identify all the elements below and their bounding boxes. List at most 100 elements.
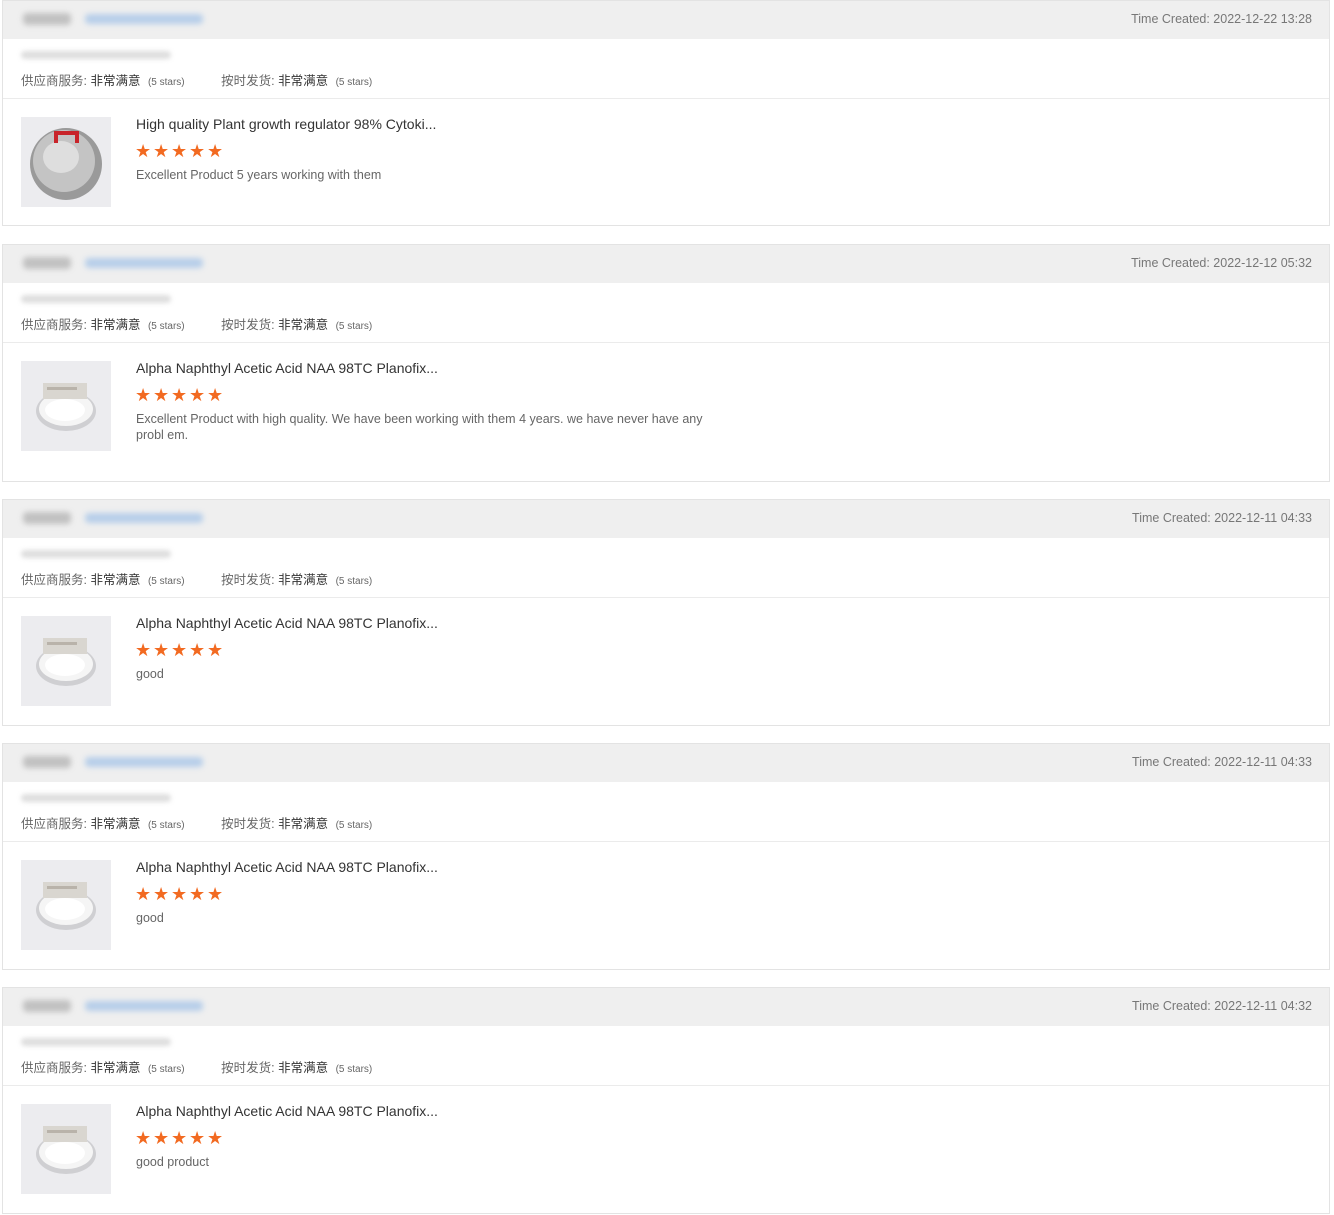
star-icon: ★ bbox=[135, 640, 152, 660]
review-card: Time Created: 2022-12-12 05:32 供应商服务: 非常… bbox=[2, 244, 1330, 482]
star-icon: ★ bbox=[207, 640, 224, 660]
review-card: Time Created: 2022-12-22 13:28 供应商服务: 非常… bbox=[2, 0, 1330, 226]
review-text: Excellent Product 5 years working with t… bbox=[136, 168, 382, 182]
review-card-header: Time Created: 2022-12-22 13:28 bbox=[3, 1, 1329, 39]
review-card: Time Created: 2022-12-11 04:32 供应商服务: 非常… bbox=[2, 987, 1330, 1214]
review-card-header: Time Created: 2022-12-11 04:33 bbox=[3, 500, 1329, 538]
star-rating: ★ ★ ★ ★ ★ bbox=[135, 884, 225, 904]
order-link-redacted[interactable] bbox=[85, 258, 203, 268]
petri-dish-thumbnail[interactable] bbox=[21, 1104, 111, 1194]
time-created: Time Created: 2022-12-11 04:32 bbox=[1132, 999, 1312, 1013]
order-link-redacted[interactable] bbox=[85, 1001, 203, 1011]
supplier-service-label: 供应商服务: bbox=[21, 573, 87, 587]
time-created: Time Created: 2022-12-11 04:33 bbox=[1132, 511, 1312, 525]
rating-line: 供应商服务: 非常满意 (5 stars) 按时发货: 非常满意 (5 star… bbox=[21, 314, 372, 333]
star-icon: ★ bbox=[189, 884, 206, 904]
on-time-value: 非常满意 bbox=[278, 1061, 329, 1075]
order-info-redacted bbox=[21, 550, 171, 558]
supplier-ratings: 供应商服务: 非常满意 (5 stars) 按时发货: 非常满意 (5 star… bbox=[3, 1026, 1329, 1086]
on-time-delivery-rating: 按时发货: 非常满意 (5 stars) bbox=[221, 1057, 372, 1076]
review-text: Excellent Product with high quality. We … bbox=[136, 412, 703, 442]
on-time-label: 按时发货: bbox=[221, 1061, 275, 1075]
star-rating: ★ ★ ★ ★ ★ bbox=[135, 640, 225, 660]
star-icon: ★ bbox=[135, 1128, 152, 1148]
order-info-redacted bbox=[21, 295, 171, 303]
on-time-stars: (5 stars) bbox=[335, 77, 373, 88]
star-icon: ★ bbox=[189, 640, 206, 660]
star-icon: ★ bbox=[153, 141, 170, 161]
review-card-header: Time Created: 2022-12-11 04:32 bbox=[3, 988, 1329, 1026]
star-icon: ★ bbox=[207, 385, 224, 405]
petri-dish-thumbnail[interactable] bbox=[21, 616, 111, 706]
supplier-ratings: 供应商服务: 非常满意 (5 stars) 按时发货: 非常满意 (5 star… bbox=[3, 782, 1329, 842]
buyer-name-redacted bbox=[23, 257, 71, 269]
on-time-label: 按时发货: bbox=[221, 573, 275, 587]
star-icon: ★ bbox=[189, 385, 206, 405]
star-rating: ★ ★ ★ ★ ★ bbox=[135, 141, 225, 161]
supplier-service-value: 非常满意 bbox=[90, 573, 141, 587]
supplier-service-label: 供应商服务: bbox=[21, 1061, 87, 1075]
supplier-service-rating: 供应商服务: 非常满意 (5 stars) bbox=[21, 569, 185, 588]
supplier-service-value: 非常满意 bbox=[90, 817, 141, 831]
supplier-service-stars: (5 stars) bbox=[147, 1064, 185, 1075]
petri-dish-thumbnail[interactable] bbox=[21, 361, 111, 451]
rating-line: 供应商服务: 非常满意 (5 stars) 按时发货: 非常满意 (5 star… bbox=[21, 813, 372, 832]
petri-dish-thumbnail[interactable] bbox=[21, 860, 111, 950]
order-link-redacted[interactable] bbox=[85, 757, 203, 767]
order-info-redacted bbox=[21, 794, 171, 802]
star-icon: ★ bbox=[207, 884, 224, 904]
product-title-link[interactable]: Alpha Naphthyl Acetic Acid NAA 98TC Plan… bbox=[136, 859, 438, 875]
on-time-stars: (5 stars) bbox=[335, 820, 373, 831]
on-time-value: 非常满意 bbox=[278, 817, 329, 831]
on-time-value: 非常满意 bbox=[278, 318, 329, 332]
supplier-service-stars: (5 stars) bbox=[147, 820, 185, 831]
star-icon: ★ bbox=[153, 385, 170, 405]
supplier-ratings: 供应商服务: 非常满意 (5 stars) 按时发货: 非常满意 (5 star… bbox=[3, 283, 1329, 343]
product-title-link[interactable]: Alpha Naphthyl Acetic Acid NAA 98TC Plan… bbox=[136, 1103, 438, 1119]
supplier-service-stars: (5 stars) bbox=[147, 321, 185, 332]
order-link-redacted[interactable] bbox=[85, 513, 203, 523]
star-icon: ★ bbox=[153, 1128, 170, 1148]
supplier-service-rating: 供应商服务: 非常满意 (5 stars) bbox=[21, 70, 185, 89]
supplier-service-rating: 供应商服务: 非常满意 (5 stars) bbox=[21, 314, 185, 333]
star-icon: ★ bbox=[171, 385, 188, 405]
review-card: Time Created: 2022-12-11 04:33 供应商服务: 非常… bbox=[2, 743, 1330, 970]
on-time-stars: (5 stars) bbox=[335, 321, 373, 332]
review-text: good bbox=[136, 667, 164, 681]
order-link-redacted[interactable] bbox=[85, 14, 203, 24]
buyer-name-redacted bbox=[23, 512, 71, 524]
on-time-value: 非常满意 bbox=[278, 573, 329, 587]
supplier-service-label: 供应商服务: bbox=[21, 318, 87, 332]
product-title-link[interactable]: Alpha Naphthyl Acetic Acid NAA 98TC Plan… bbox=[136, 615, 438, 631]
rating-line: 供应商服务: 非常满意 (5 stars) 按时发货: 非常满意 (5 star… bbox=[21, 569, 372, 588]
supplier-service-value: 非常满意 bbox=[90, 318, 141, 332]
review-text: good bbox=[136, 911, 164, 925]
supplier-service-rating: 供应商服务: 非常满意 (5 stars) bbox=[21, 813, 185, 832]
product-title-link[interactable]: High quality Plant growth regulator 98% … bbox=[136, 116, 436, 132]
star-icon: ★ bbox=[135, 385, 152, 405]
on-time-delivery-rating: 按时发货: 非常满意 (5 stars) bbox=[221, 314, 372, 333]
rating-line: 供应商服务: 非常满意 (5 stars) 按时发货: 非常满意 (5 star… bbox=[21, 1057, 372, 1076]
time-created: Time Created: 2022-12-12 05:32 bbox=[1131, 256, 1312, 270]
supplier-service-rating: 供应商服务: 非常满意 (5 stars) bbox=[21, 1057, 185, 1076]
review-card-header: Time Created: 2022-12-11 04:33 bbox=[3, 744, 1329, 782]
supplier-service-value: 非常满意 bbox=[90, 74, 141, 88]
review-card: Time Created: 2022-12-11 04:33 供应商服务: 非常… bbox=[2, 499, 1330, 726]
star-icon: ★ bbox=[171, 141, 188, 161]
buyer-name-redacted bbox=[23, 1000, 71, 1012]
star-icon: ★ bbox=[153, 640, 170, 660]
product-title-link[interactable]: Alpha Naphthyl Acetic Acid NAA 98TC Plan… bbox=[136, 360, 438, 376]
on-time-delivery-rating: 按时发货: 非常满意 (5 stars) bbox=[221, 569, 372, 588]
star-icon: ★ bbox=[135, 884, 152, 904]
review-text: good product bbox=[136, 1155, 209, 1169]
star-icon: ★ bbox=[189, 1128, 206, 1148]
review-card-header: Time Created: 2022-12-12 05:32 bbox=[3, 245, 1329, 283]
powder-bag-thumbnail[interactable] bbox=[21, 117, 111, 207]
buyer-name-redacted bbox=[23, 13, 71, 25]
rating-line: 供应商服务: 非常满意 (5 stars) 按时发货: 非常满意 (5 star… bbox=[21, 70, 372, 89]
supplier-service-stars: (5 stars) bbox=[147, 576, 185, 587]
on-time-delivery-rating: 按时发货: 非常满意 (5 stars) bbox=[221, 70, 372, 89]
supplier-service-value: 非常满意 bbox=[90, 1061, 141, 1075]
supplier-service-label: 供应商服务: bbox=[21, 74, 87, 88]
star-icon: ★ bbox=[135, 141, 152, 161]
